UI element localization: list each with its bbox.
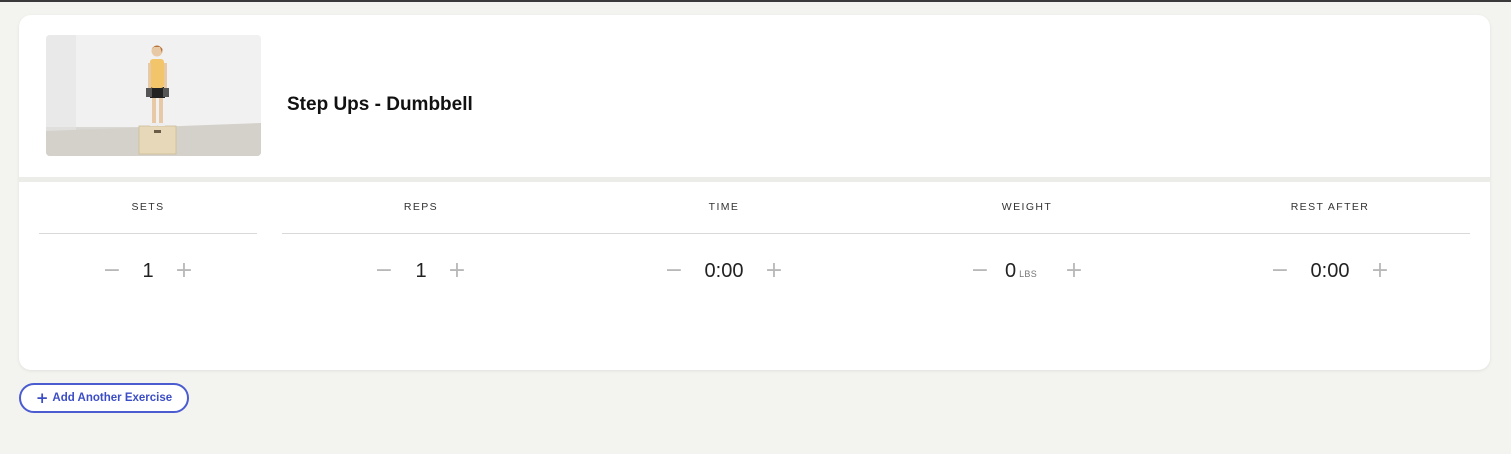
time-decrement-button[interactable]: − [663,258,685,284]
time-stepper: − 0:00 + [574,258,874,288]
rest-increment-button[interactable]: + [1369,258,1391,284]
sets-divider [39,233,257,234]
top-border [0,0,1511,2]
time-column: TIME − 0:00 + [574,182,874,312]
sets-stepper: − 1 + [39,258,257,288]
sets-increment-button[interactable]: + [173,258,195,284]
exercise-header: Step Ups - Dumbbell [19,15,1490,177]
weight-value-group[interactable]: 0 LBS [1005,258,1051,284]
weight-decrement-button[interactable]: − [969,258,991,284]
exercise-illustration [46,35,261,156]
weight-value: 0 [1005,260,1017,282]
add-another-exercise-button[interactable]: + Add Another Exercise [19,383,189,413]
weight-column: WEIGHT − 0 LBS + [877,182,1177,312]
rest-column: REST AFTER − 0:00 + [1180,182,1480,312]
reps-column: REPS − 1 + [282,182,560,312]
exercise-card: Step Ups - Dumbbell SETS − 1 + REPS − 1 … [19,15,1490,370]
plus-icon: + [1064,258,1084,283]
minus-icon: − [374,258,394,283]
plus-icon: + [174,258,194,283]
sets-column: SETS − 1 + [39,182,257,312]
minus-icon: − [102,258,122,283]
reps-stepper: − 1 + [282,258,560,288]
add-another-exercise-label: Add Another Exercise [52,392,173,404]
reps-label: REPS [403,201,439,213]
weight-stepper: − 0 LBS + [877,258,1177,288]
weight-unit: LBS [1019,269,1038,279]
minus-icon: − [664,258,684,283]
rest-decrement-button[interactable]: − [1269,258,1291,284]
minus-icon: − [970,258,990,283]
time-value[interactable]: 0:00 [699,258,749,284]
rest-value[interactable]: 0:00 [1305,258,1355,284]
reps-value[interactable]: 1 [406,258,436,284]
reps-increment-button[interactable]: + [446,258,468,284]
reps-decrement-button[interactable]: − [373,258,395,284]
plus-icon: + [447,258,467,283]
rest-stepper: − 0:00 + [1180,258,1480,288]
minus-icon: − [1270,258,1290,283]
weight-increment-button[interactable]: + [1063,258,1085,284]
sets-label: SETS [131,201,165,213]
time-increment-button[interactable]: + [763,258,785,284]
time-label: TIME [708,201,740,213]
plus-icon: + [35,389,49,407]
rest-label: REST AFTER [1290,201,1370,213]
exercise-title: Step Ups - Dumbbell [287,94,473,115]
sets-decrement-button[interactable]: − [101,258,123,284]
exercise-thumbnail[interactable] [46,35,261,156]
sets-value[interactable]: 1 [133,258,163,284]
plus-icon: + [1370,258,1390,283]
plus-icon: + [764,258,784,283]
weight-label: WEIGHT [1001,201,1053,213]
